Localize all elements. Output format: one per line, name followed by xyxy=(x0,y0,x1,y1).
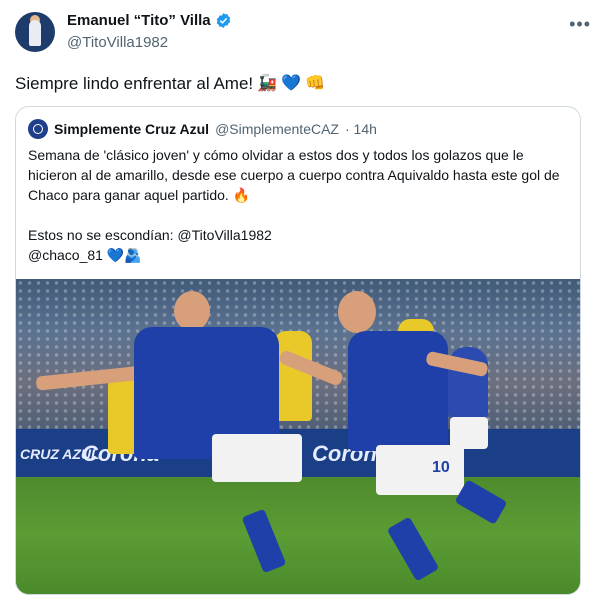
player-yellow-2 xyxy=(274,331,312,421)
author-avatar[interactable] xyxy=(15,12,55,52)
blue-heart-emoji: 💙 xyxy=(281,75,301,92)
player-left-head xyxy=(174,291,210,331)
tweet-card: Emanuel “Tito” Villa @TitoVilla1982 ••• … xyxy=(0,0,613,605)
more-icon[interactable]: ••• xyxy=(569,14,591,35)
player-right-head xyxy=(338,291,376,333)
quoted-handle[interactable]: @SimplementeCAZ xyxy=(215,121,339,137)
jersey-number: 10 xyxy=(432,459,450,476)
avatar-figure xyxy=(29,20,41,46)
quoted-name[interactable]: Simplemente Cruz Azul xyxy=(54,121,209,137)
quoted-photo[interactable]: CRUZ AZUL Corona Coron 10 xyxy=(16,279,580,594)
tweet-text: Siempre lindo enfrentar al Ame! 🚂 💙 👊 xyxy=(15,73,325,95)
player-right-shorts: 10 xyxy=(376,445,464,495)
author-name-row: Emanuel “Tito” Villa xyxy=(67,12,232,29)
quoted-tweet[interactable]: Simplemente Cruz Azul @SimplementeCAZ · … xyxy=(15,106,581,595)
tweet-text-content: Siempre lindo enfrentar al Ame! xyxy=(15,74,254,93)
quoted-text-paragraph-1: Semana de 'clásico joven' y cómo olvidar… xyxy=(28,147,560,203)
verified-badge-icon xyxy=(216,13,230,28)
quoted-text-paragraph-3: @chaco_81 💙🫂 xyxy=(28,247,142,263)
quoted-header: Simplemente Cruz Azul @SimplementeCAZ · … xyxy=(28,119,377,139)
author-handle[interactable]: @TitoVilla1982 xyxy=(67,34,168,51)
author-name[interactable]: Emanuel “Tito” Villa xyxy=(67,12,211,29)
fist-emoji: 👊 xyxy=(304,75,325,92)
quoted-text: Semana de 'clásico joven' y cómo olvidar… xyxy=(28,145,568,265)
quoted-time[interactable]: · 14h xyxy=(345,121,377,137)
train-emoji: 🚂 xyxy=(257,75,278,92)
quoted-text-paragraph-2: Estos no se escondían: @TitoVilla1982 xyxy=(28,227,272,243)
quoted-avatar[interactable] xyxy=(28,119,48,139)
player-left-shorts xyxy=(212,434,302,482)
player-right-jersey xyxy=(348,331,448,451)
